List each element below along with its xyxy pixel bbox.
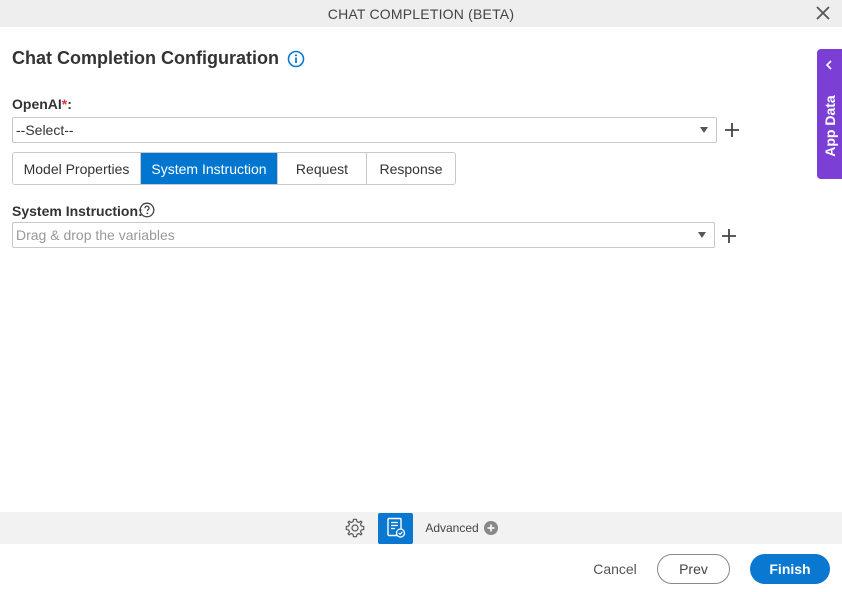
tab-system-instruction[interactable]: System Instruction (141, 153, 278, 184)
openai-label-text: OpenAI (12, 96, 62, 112)
close-icon[interactable] (814, 4, 832, 22)
chevron-left-icon (825, 60, 832, 70)
tab-response[interactable]: Response (367, 153, 455, 184)
bottom-toolbar: Advanced (0, 512, 842, 544)
config-tabs: Model Properties System Instruction Requ… (12, 152, 456, 185)
finish-button[interactable]: Finish (750, 554, 830, 584)
openai-select-value: --Select-- (16, 122, 74, 138)
help-icon[interactable] (139, 202, 155, 218)
advanced-label: Advanced (425, 521, 479, 535)
document-check-button[interactable] (378, 512, 414, 544)
tab-label: Request (295, 160, 349, 177)
chevron-down-icon (698, 232, 706, 238)
openai-select[interactable]: --Select-- (12, 117, 717, 143)
document-check-icon (387, 517, 405, 538)
openai-label: OpenAI*: (12, 96, 72, 112)
tab-request[interactable]: Request (278, 153, 367, 184)
advanced-toggle[interactable]: Advanced (425, 521, 498, 535)
window-title: CHAT COMPLETION (BETA) (327, 5, 515, 22)
tab-model-properties[interactable]: Model Properties (13, 153, 141, 184)
app-data-label: App Data (821, 95, 838, 157)
title-bar: CHAT COMPLETION (BETA) (0, 0, 842, 27)
app-data-panel-toggle[interactable]: App Data (817, 49, 842, 179)
system-instruction-placeholder: Drag & drop the variables (16, 227, 175, 243)
page-heading: Chat Completion Configuration (12, 48, 305, 69)
tab-label: Response (379, 160, 443, 177)
plus-circle-icon (483, 521, 498, 535)
page-title: Chat Completion Configuration (12, 48, 279, 68)
info-icon[interactable] (287, 50, 305, 68)
system-instruction-input[interactable]: Drag & drop the variables (12, 222, 715, 248)
gear-icon[interactable] (344, 517, 366, 539)
cancel-button[interactable]: Cancel (585, 554, 645, 584)
plus-icon[interactable] (724, 122, 740, 138)
openai-label-colon: : (67, 96, 72, 112)
system-instruction-label: System Instruction: (12, 203, 143, 219)
tab-label: Model Properties (23, 160, 130, 177)
prev-button[interactable]: Prev (657, 554, 730, 584)
plus-icon[interactable] (721, 228, 737, 244)
tab-label: System Instruction (151, 160, 267, 177)
chevron-down-icon (700, 127, 708, 133)
